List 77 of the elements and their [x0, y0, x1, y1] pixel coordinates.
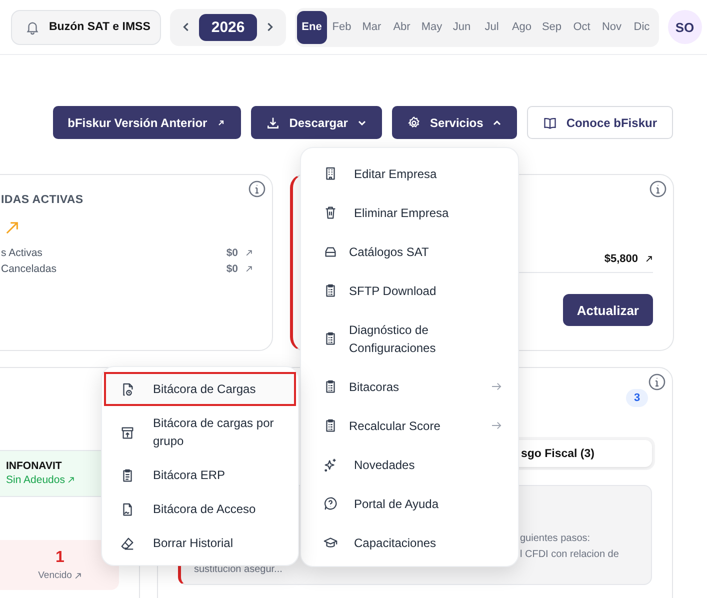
help-icon	[323, 496, 338, 511]
info-icon[interactable]	[248, 180, 266, 198]
submenu-item[interactable]: Borrar Historial	[104, 526, 296, 560]
alert-text: sustitucion asegur...	[194, 563, 282, 577]
tray-icon	[323, 244, 338, 259]
building-icon	[323, 166, 338, 181]
sales-label: Canceladas	[1, 263, 58, 275]
action-button[interactable]: Servicios	[392, 106, 518, 139]
info-icon[interactable]	[648, 373, 666, 391]
overdue-link[interactable]: Vencido	[38, 570, 82, 581]
clipboard-icon	[323, 283, 338, 298]
settings-icon	[406, 116, 421, 130]
menu-item[interactable]: Capacitaciones	[317, 523, 502, 562]
arrow-right-icon	[491, 421, 502, 430]
info-icon[interactable]	[649, 180, 667, 198]
file-clock-icon	[120, 382, 135, 396]
arrow-right-icon	[491, 382, 502, 391]
menu-item[interactable]: Catálogos SAT	[317, 232, 502, 271]
menu-item[interactable]: Novedades	[317, 445, 502, 484]
month-tab[interactable]: Sep	[536, 10, 567, 44]
clipboard-icon	[323, 379, 338, 394]
sparkles-icon	[323, 457, 338, 472]
sales-label: s Activas	[1, 247, 44, 259]
infonavit-title: INFONAVIT	[6, 460, 63, 472]
month-tab[interactable]: Mar	[356, 10, 387, 44]
action-button[interactable]: bFiskur Versión Anterior	[52, 106, 242, 139]
card-title: IDAS ACTIVAS	[1, 194, 84, 206]
clipboard-icon	[323, 418, 338, 433]
menu-item[interactable]: Bitacoras	[317, 367, 502, 406]
submenu-item[interactable]: Bitácora de cargas por grupo	[104, 406, 296, 458]
download-icon	[266, 116, 280, 130]
month-tab[interactable]: Jun	[446, 10, 477, 44]
sales-amount[interactable]: $0	[226, 247, 238, 259]
graduation-cap-icon	[323, 535, 338, 550]
sales-amount[interactable]: $0	[226, 263, 238, 275]
month-tab[interactable]: Abr	[386, 10, 417, 44]
month-tab[interactable]: Oct	[566, 10, 597, 44]
external-link-icon[interactable]	[645, 255, 653, 263]
menu-item[interactable]: Recalcular Score	[317, 406, 502, 445]
inbox-button[interactable]: Buzón SAT e IMSS	[11, 10, 162, 44]
clipboard-icon	[120, 468, 135, 482]
alert-text: l CFDI con relacion de	[520, 548, 619, 562]
overdue-count: 1	[56, 549, 64, 567]
menu-item[interactable]: SFTP Download	[317, 271, 502, 310]
menu-item[interactable]: Editar Empresa	[317, 154, 502, 193]
menu-item[interactable]: Diagnóstico de Configuraciones	[317, 310, 502, 367]
bell-icon	[25, 20, 40, 34]
book-icon	[543, 116, 558, 130]
balance-amount[interactable]: $5,800	[604, 253, 638, 265]
month-tab[interactable]: Feb	[326, 10, 357, 44]
month-tab[interactable]: Ene	[296, 10, 327, 44]
clipboard-icon	[323, 331, 338, 346]
month-tab[interactable]: Nov	[596, 10, 627, 44]
month-tab[interactable]: Jul	[476, 10, 507, 44]
menu-item[interactable]: Portal de Ayuda	[317, 484, 502, 523]
alert-text: guientes pasos:	[520, 532, 590, 546]
month-tab[interactable]: May	[416, 10, 447, 44]
update-button[interactable]: Actualizar	[562, 294, 653, 326]
year-label: 2026	[199, 14, 257, 40]
trend-arrow-icon	[5, 220, 20, 235]
archive-icon	[120, 424, 135, 440]
submenu-item[interactable]: Bitácora de Cargas	[104, 372, 296, 406]
submenu-item[interactable]: Bitácora de Acceso	[104, 492, 296, 526]
month-tab[interactable]: Ago	[506, 10, 537, 44]
action-button[interactable]: Conoce bFiskur	[527, 106, 673, 139]
external-link-icon	[66, 476, 75, 484]
avatar[interactable]: SO	[668, 10, 702, 44]
chevron-up-icon	[492, 118, 502, 128]
action-button[interactable]: Descargar	[251, 106, 382, 139]
count-badge: 3	[626, 389, 648, 407]
file-signature-icon	[120, 502, 135, 516]
external-link-icon	[74, 572, 82, 580]
eraser-icon	[120, 536, 135, 550]
month-tab[interactable]: Dic	[626, 10, 657, 44]
menu-item[interactable]: Eliminar Empresa	[317, 193, 502, 232]
trash-icon	[323, 205, 338, 220]
external-link-icon	[216, 118, 226, 128]
